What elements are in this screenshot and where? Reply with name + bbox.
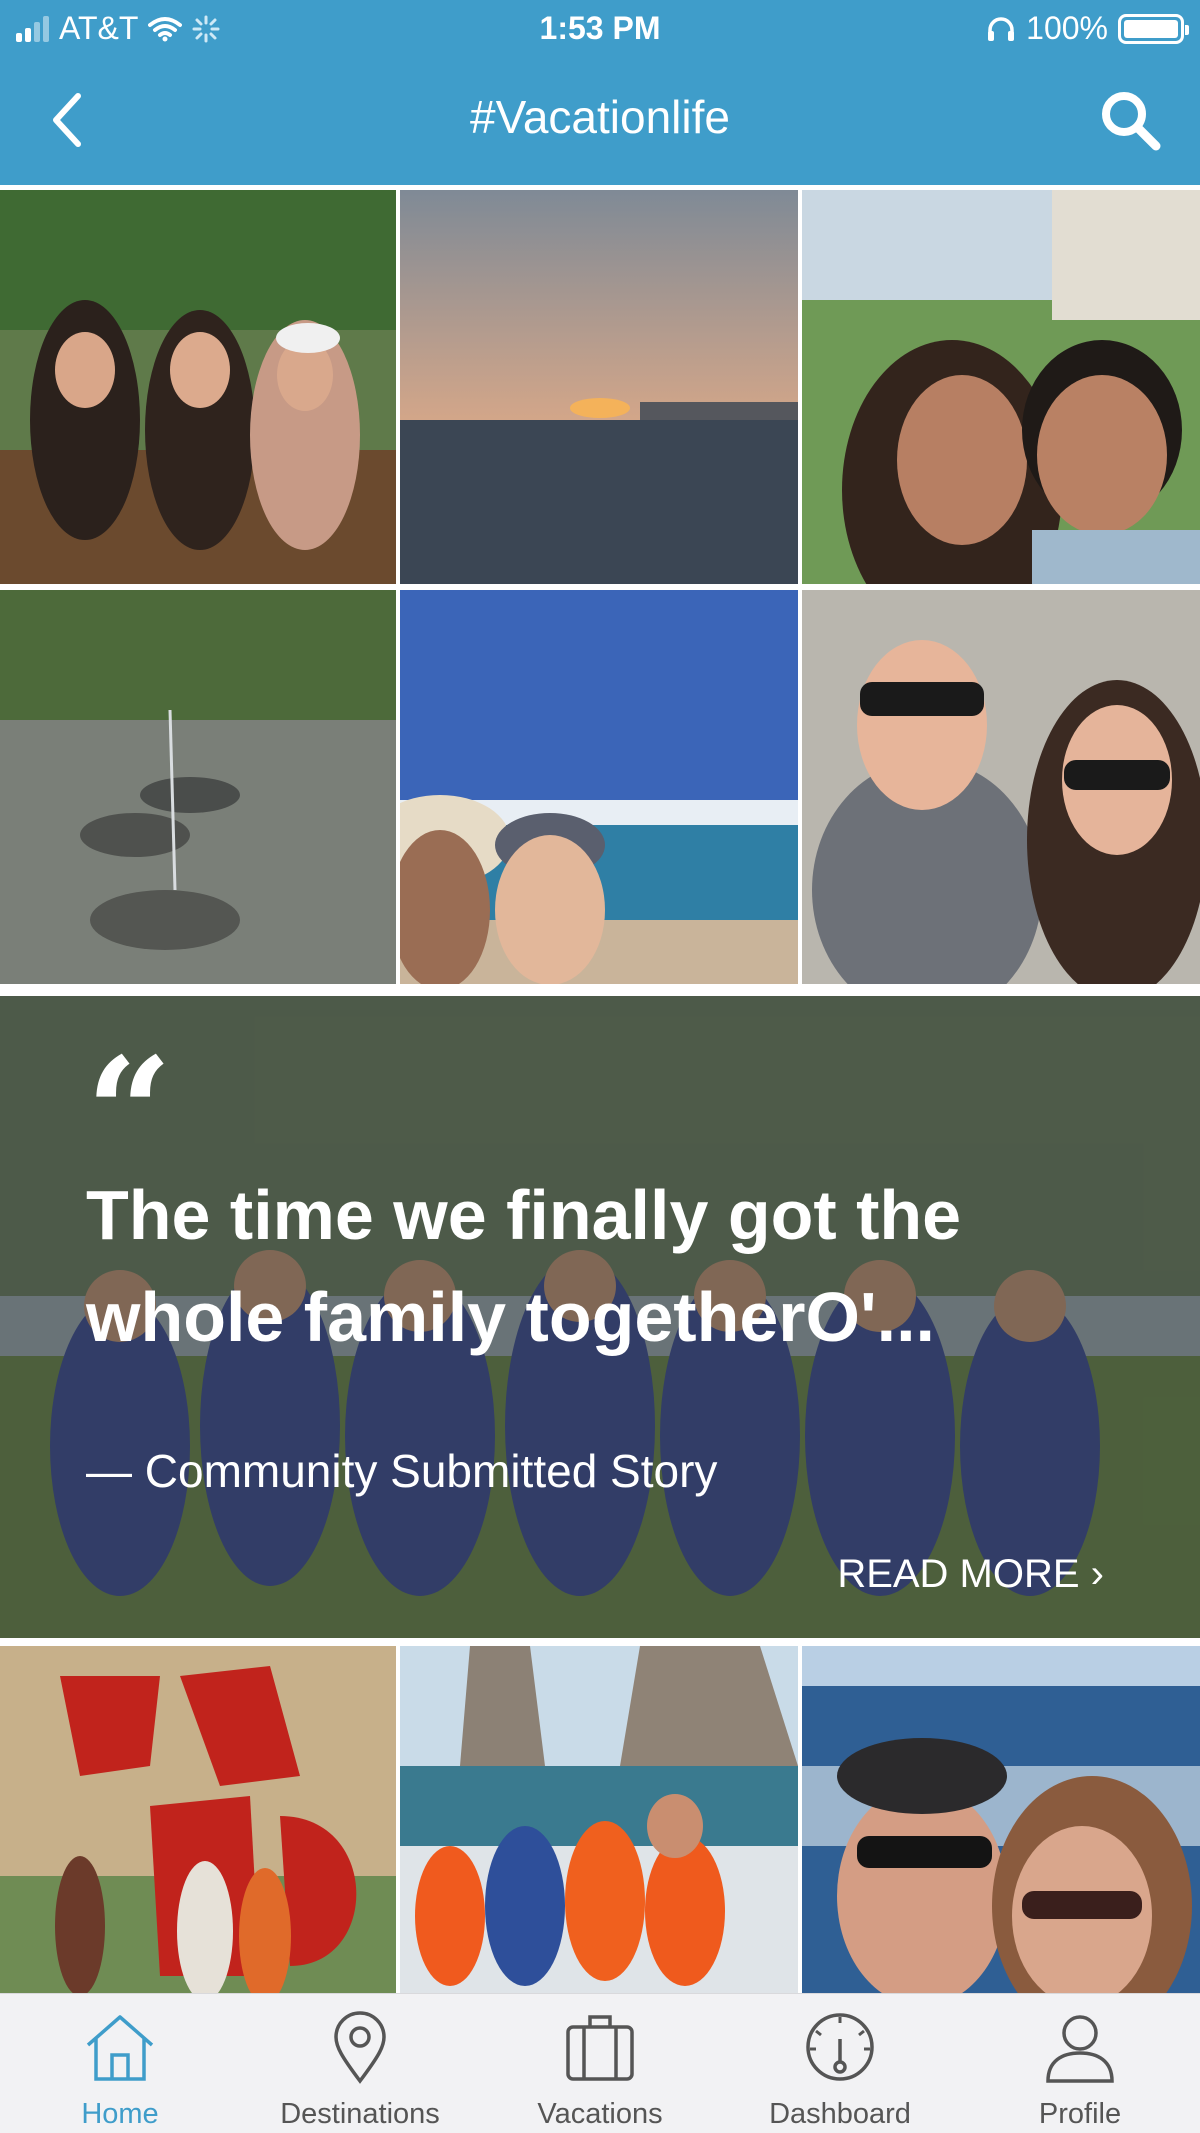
battery-icon (1118, 13, 1189, 44)
search-button[interactable] (1098, 88, 1162, 152)
tab-vacations-label: Vacations (537, 2098, 663, 2130)
photo-grid-bottom (0, 1646, 1200, 1993)
tab-home[interactable]: Home (0, 1994, 240, 2133)
story-card[interactable]: “ The time we finally got the whole fami… (0, 996, 1200, 1638)
page-title: #Vacationlife (470, 91, 730, 143)
map-pin-icon (334, 2011, 386, 2084)
photo-grid-top (0, 190, 1200, 984)
dashboard-icon (806, 2013, 874, 2081)
story-title: The time we finally got the whole family… (86, 1176, 962, 1356)
screen: AT&T 1:53 PM 100% #Vacationlife “ The ti… (0, 0, 1200, 2133)
status-bar: AT&T 1:53 PM 100% (0, 0, 1200, 60)
app-header: AT&T 1:53 PM 100% #Vacationlife (0, 0, 1200, 185)
photo-cabo-sign[interactable] (0, 1646, 396, 1993)
tab-dashboard-label: Dashboard (769, 2098, 911, 2130)
photo-boat-life-jackets[interactable] (400, 1646, 798, 1993)
photo-couple-selfie-resort[interactable] (802, 190, 1200, 584)
tab-vacations[interactable]: Vacations (480, 1994, 720, 2133)
tab-profile-label: Profile (1038, 2098, 1122, 2130)
photo-ocean-sunset[interactable] (400, 190, 798, 584)
photo-turtle-fountain[interactable] (0, 590, 396, 984)
profile-icon (1046, 2015, 1114, 2083)
suitcase-icon (566, 2015, 634, 2081)
home-icon (86, 2015, 154, 2081)
story-credit: — Community Submitted Story (86, 1445, 718, 1497)
photo-beach-selfie-hats[interactable] (400, 590, 798, 984)
battery-percent: 100% (1026, 10, 1108, 46)
photo-couple-ocean-selfie[interactable] (802, 1646, 1200, 1993)
tab-profile[interactable]: Profile (960, 1994, 1200, 2133)
read-more-link[interactable]: READ MORE › (837, 1552, 1104, 1597)
tab-bar: Home Destinations Vacations Dashboard Pr… (0, 1993, 1200, 2133)
tab-destinations[interactable]: Destinations (240, 1994, 480, 2133)
search-icon (1102, 92, 1161, 151)
tab-home-label: Home (81, 2098, 159, 2130)
tab-dashboard[interactable]: Dashboard (720, 1994, 960, 2133)
headphones-icon (988, 16, 1015, 41)
tab-destinations-label: Destinations (280, 2098, 440, 2130)
status-right: 100% (986, 10, 1189, 47)
nav-bar: #Vacationlife (0, 70, 1200, 170)
photo-three-friends-restaurant[interactable] (0, 190, 396, 584)
photo-helicopter-couple[interactable] (802, 590, 1200, 984)
